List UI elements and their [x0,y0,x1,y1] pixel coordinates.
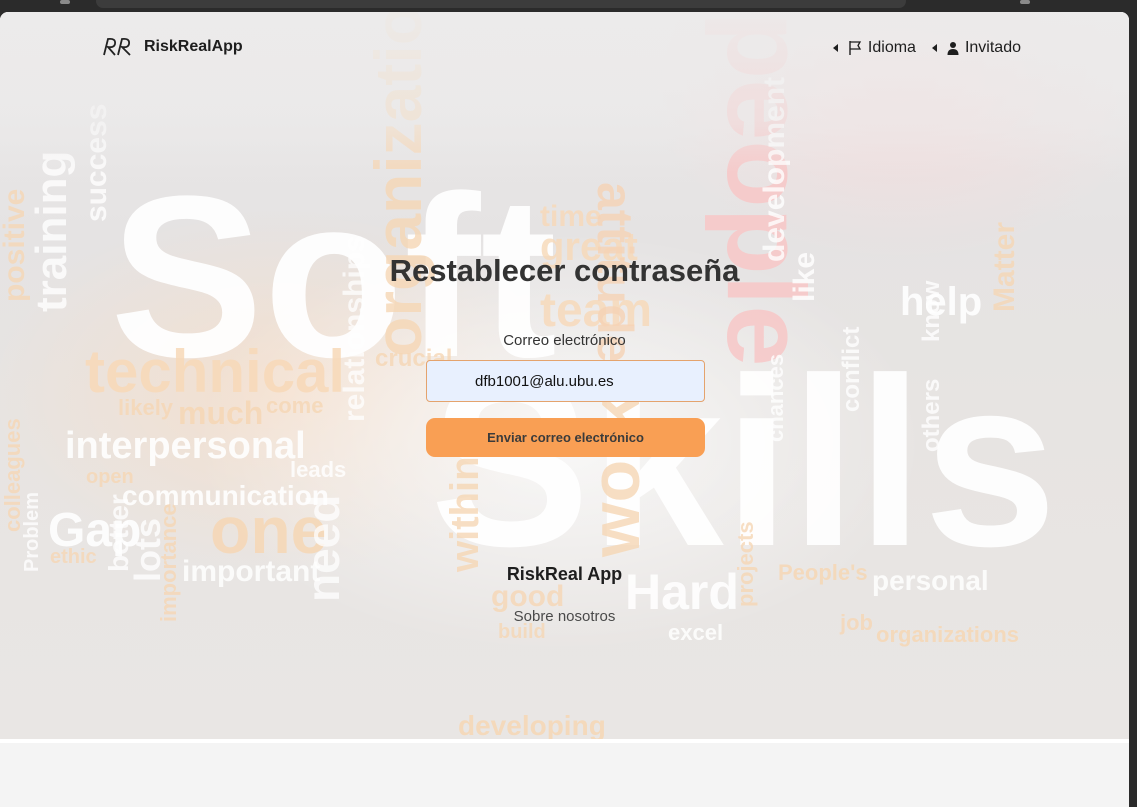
language-menu[interactable]: Idioma [832,39,916,57]
app-name: RiskRealApp [144,38,243,55]
background-word: colleagues [0,418,25,532]
background-word: Problem [21,491,43,572]
background-word: communication [122,480,329,511]
user-label: Invitado [964,39,1021,56]
background-word: likely [118,395,174,420]
background-word: open [86,466,134,488]
top-nav: Idioma Invitado [832,39,1021,57]
background-word: better [103,494,134,572]
caret-left-icon [832,44,838,52]
send-email-button[interactable]: Enviar correo electrónico [426,418,705,457]
background-word: developing [458,710,606,740]
page-title: Restablecer contraseña [389,253,740,288]
page-viewport: Soft Skills people technical interpersonal co… [0,12,1129,807]
email-label: Correo electrónico [503,332,626,349]
background-word: Gap [48,504,142,557]
footer-title: RiskReal App [506,564,623,584]
caret-left-icon [931,44,937,52]
address-bar[interactable] [96,0,906,8]
background-word: excel [668,620,724,645]
browser-control-icon[interactable] [60,0,70,4]
background-word: build [498,621,546,643]
background-word: leads [290,457,347,482]
person-icon [947,42,959,55]
language-label: Idioma [867,39,916,56]
background-word: others [918,378,945,452]
background-word: within [443,456,487,572]
background-word: much [178,395,264,431]
app-logo-icon [103,37,131,56]
flag-icon [849,41,862,55]
background-word: organizations [876,622,1020,647]
background-word: need [297,494,349,602]
about-link[interactable]: Sobre nosotros [0,608,1129,625]
background-word: team [540,284,653,337]
email-field[interactable] [426,360,705,402]
background-word: come [266,393,324,418]
brand[interactable]: RiskRealApp [102,36,243,58]
background-word: technical [85,338,346,405]
user-menu[interactable]: Invitado [931,39,1021,57]
browser-control-icon[interactable] [1020,0,1030,4]
page-bottom [0,739,1129,807]
background-word: time [540,200,602,233]
window-edge [1129,0,1137,807]
browser-chrome [0,0,1137,12]
background-word: importance [156,503,181,622]
background-word: interpersonal [65,425,306,467]
background-word: chances [763,353,788,442]
background-word: one [210,493,328,567]
